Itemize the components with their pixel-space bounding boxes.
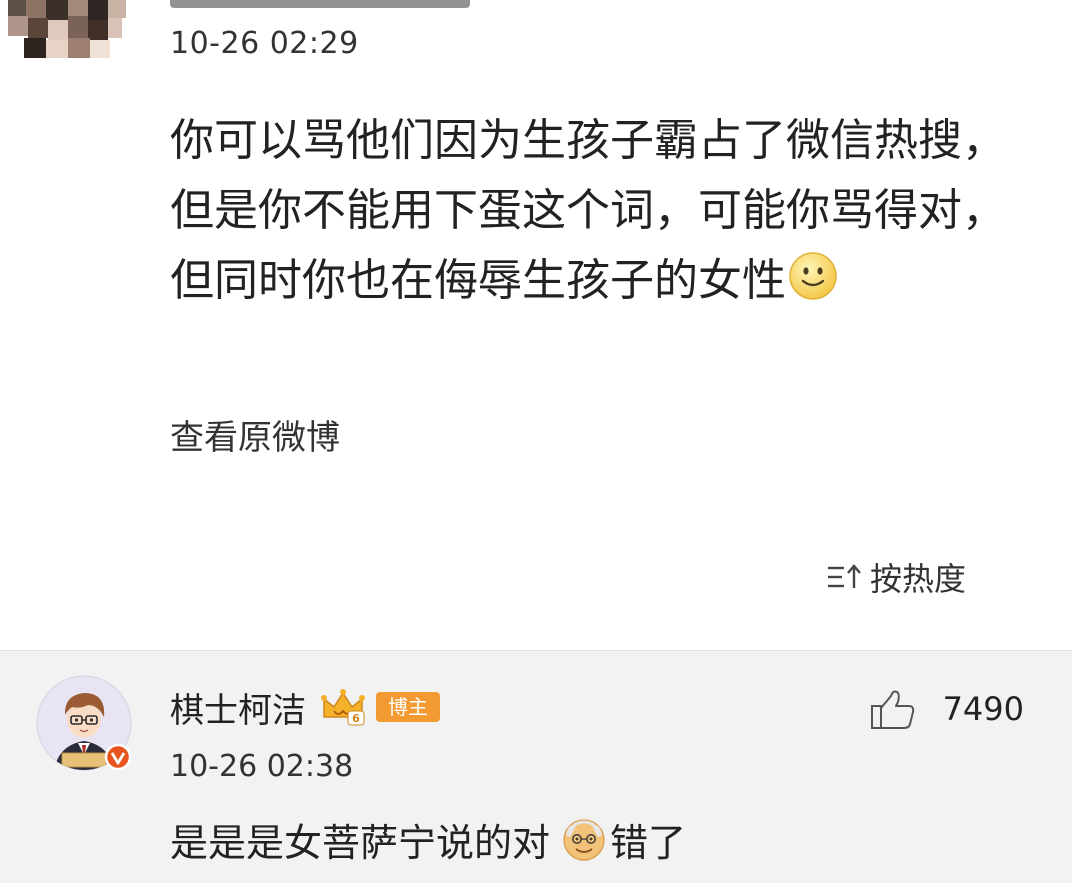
comment-text-before: 是是是女菩萨宁说的对 <box>170 820 551 865</box>
grandpa-icon <box>563 819 605 861</box>
avatar[interactable] <box>36 675 132 771</box>
vip-crown-icon: 6 <box>321 689 365 726</box>
sort-by-hot-button[interactable]: 按热度 <box>826 552 966 602</box>
like-count: 7490 <box>942 690 1024 728</box>
post-content: 你可以骂他们因为生孩子霸占了微信热搜，但是你不能用下蛋这个词，可能你骂得对，但同… <box>170 106 1020 316</box>
comment-content: 是是是女菩萨宁说的对 错了 <box>170 811 686 867</box>
smile-icon <box>789 252 837 300</box>
post-timestamp: 10-26 02:29 <box>170 26 359 61</box>
thumbs-up-icon <box>870 690 914 729</box>
post-text: 你可以骂他们因为生孩子霸占了微信热搜，但是你不能用下蛋这个词，可能你骂得对，但同… <box>170 115 1006 306</box>
comment-header: 棋士柯洁 6 博主 <box>170 683 440 731</box>
comment-author-name[interactable]: 棋士柯洁 <box>170 683 306 732</box>
like-button[interactable]: 7490 <box>869 685 1024 733</box>
comment-card: 棋士柯洁 6 博主 7490 10-26 02:38 是是是女菩萨宁说的对 错了 <box>0 650 1072 883</box>
author-name-cropped <box>170 0 470 8</box>
original-post: 10-26 02:29 你可以骂他们因为生孩子霸占了微信热搜，但是你不能用下蛋这… <box>0 0 1072 650</box>
comment-timestamp: 10-26 02:38 <box>170 749 354 784</box>
sort-label: 按热度 <box>870 560 967 598</box>
view-original-link[interactable]: 查看原微博 <box>170 410 340 459</box>
svg-text:6: 6 <box>352 712 360 725</box>
verified-badge-icon <box>104 743 132 771</box>
blurred-avatar[interactable] <box>0 0 130 60</box>
author-badge: 博主 <box>376 692 440 722</box>
comment-text-after: 错了 <box>610 820 687 865</box>
sort-icon <box>828 564 861 588</box>
